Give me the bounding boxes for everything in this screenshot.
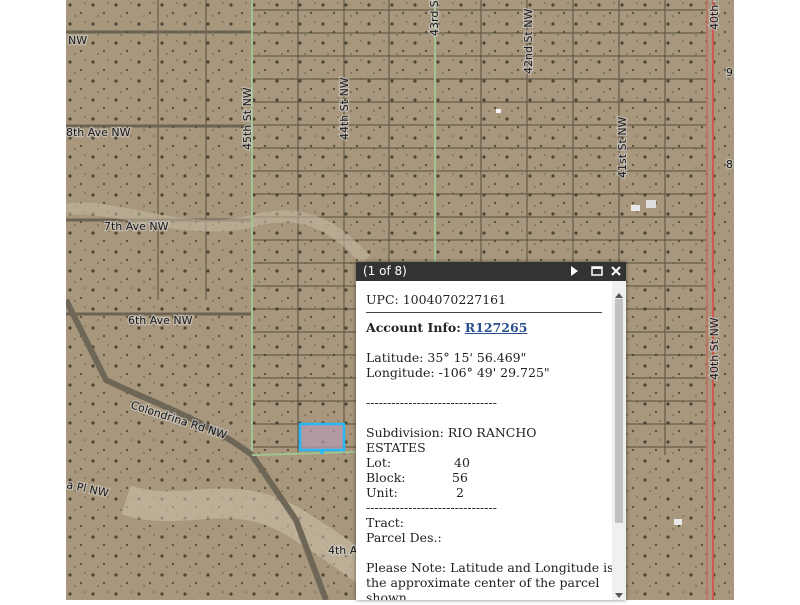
note-text-3: shown. bbox=[366, 590, 411, 600]
map-label-41st-st: 41st St NW bbox=[616, 116, 629, 178]
close-icon[interactable] bbox=[610, 265, 622, 277]
popup-content[interactable]: UPC: 1004070227161 Account Info: R127265… bbox=[356, 281, 612, 600]
building bbox=[631, 205, 640, 211]
scroll-down-icon[interactable] bbox=[612, 586, 626, 598]
map-label-8th-ave: 8th Ave NW bbox=[66, 126, 131, 139]
note-text: Please Note: Latitude and Longitude is bbox=[366, 560, 612, 575]
map-label-nw: NW bbox=[68, 34, 87, 47]
map-label-42nd-st: 42nd St NW bbox=[522, 9, 535, 74]
separator-text-2: ------------------------------- bbox=[366, 500, 497, 515]
subdivision-text-cont: ESTATES bbox=[366, 440, 426, 455]
unit-value: 2 bbox=[456, 485, 464, 500]
tract-label: Tract: bbox=[366, 515, 405, 530]
building bbox=[674, 519, 682, 525]
popup-title-bar: (1 of 8) bbox=[356, 262, 626, 281]
popup-scrollbar[interactable] bbox=[612, 281, 626, 600]
note-text-2: the approximate center of the parcel bbox=[366, 575, 600, 590]
next-feature-icon[interactable] bbox=[568, 265, 580, 277]
block-value: 56 bbox=[452, 470, 468, 485]
popup-anchor-dot bbox=[320, 450, 324, 454]
unit-label: Unit: bbox=[366, 485, 398, 500]
lot-value: 40 bbox=[454, 455, 470, 470]
map-label-40th-st-top: 40th St bbox=[708, 0, 721, 30]
scroll-up-icon[interactable] bbox=[612, 285, 626, 298]
map-label-45th-st: 45th St NW bbox=[241, 87, 254, 150]
block-label: Block: bbox=[366, 470, 406, 485]
map-label-44th-st: 44th St NW bbox=[338, 77, 351, 140]
map-label-4th-ave: 4th A bbox=[328, 544, 358, 557]
maximize-icon[interactable] bbox=[591, 265, 603, 277]
longitude-text: Longitude: -106° 49' 29.725" bbox=[366, 365, 550, 380]
account-info: Account Info: R127265 bbox=[366, 320, 527, 335]
separator-text: ------------------------------- bbox=[366, 395, 497, 410]
upc-text: UPC: 1004070227161 bbox=[366, 292, 507, 307]
parcel-info-popup[interactable]: (1 of 8) UPC: 1004070227161 Account Info… bbox=[356, 262, 626, 600]
building bbox=[496, 109, 501, 113]
latitude-text: Latitude: 35° 15' 56.469" bbox=[366, 350, 527, 365]
map-label-edge-8: 8 bbox=[726, 158, 733, 171]
account-link[interactable]: R127265 bbox=[465, 320, 528, 335]
building bbox=[646, 200, 656, 208]
subdivision-text: Subdivision: RIO RANCHO bbox=[366, 425, 537, 440]
map-label-43rd-st: 43rd St bbox=[428, 0, 441, 36]
account-label: Account Info: bbox=[366, 320, 461, 335]
map-label-40th-st: 40th St NW bbox=[708, 317, 721, 380]
divider bbox=[366, 312, 602, 313]
map-label-6th-ave: 6th Ave NW bbox=[128, 314, 193, 327]
map-label-edge-9: 9 bbox=[726, 66, 733, 79]
popup-count: (1 of 8) bbox=[363, 264, 407, 278]
map-label-7th-ave: 7th Ave NW bbox=[104, 220, 169, 233]
selected-parcel[interactable] bbox=[298, 422, 346, 452]
scroll-thumb[interactable] bbox=[615, 299, 623, 523]
parcel-description-label: Parcel Des.: bbox=[366, 530, 442, 545]
lot-label: Lot: bbox=[366, 455, 392, 470]
